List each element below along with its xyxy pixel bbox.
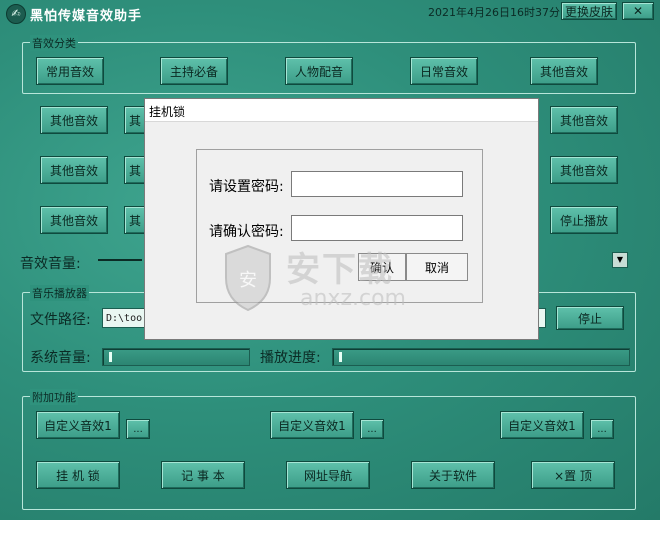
host-essentials-button[interactable]: 主持必备 — [160, 57, 228, 85]
file-path-label: 文件路径: — [30, 312, 91, 328]
idle-lock-dialog: 挂机锁 请设置密码: 请确认密码: 确认 取消 — [144, 98, 539, 340]
sound-volume-slider[interactable] — [94, 252, 142, 268]
playback-progress-knob[interactable] — [339, 352, 342, 362]
app-title: 黑怕传媒音效助手 — [30, 9, 143, 24]
system-volume-label: 系统音量: — [30, 350, 91, 366]
dialog-confirm-button[interactable]: 确认 — [358, 253, 406, 281]
stop-playback-button[interactable]: 停止播放 — [550, 206, 618, 234]
confirm-password-input[interactable] — [291, 215, 463, 241]
common-sound-button[interactable]: 常用音效 — [36, 57, 104, 85]
dialog-title: 挂机锁 — [149, 105, 186, 119]
confirm-password-label: 请确认密码: — [209, 224, 284, 240]
system-volume-slider[interactable] — [102, 348, 250, 366]
daily-sound-button[interactable]: 日常音效 — [410, 57, 478, 85]
datetime-display: 2021年4月26日16时37分 — [428, 6, 560, 19]
volume-dropdown-arrow-icon[interactable]: ▼ — [612, 252, 628, 268]
other-sound-button[interactable]: 其他音效 — [530, 57, 598, 85]
custom-sound-2-browse-button[interactable]: ... — [360, 419, 384, 439]
file-path-input[interactable]: D:\too — [102, 308, 146, 328]
about-software-button[interactable]: 关于软件 — [411, 461, 495, 489]
url-navigation-button[interactable]: 网址导航 — [286, 461, 370, 489]
sound-volume-label: 音效音量: — [20, 256, 81, 272]
other-sound-button-col2-1[interactable]: 其 — [124, 106, 146, 134]
character-voice-button[interactable]: 人物配音 — [285, 57, 353, 85]
custom-sound-1-browse-button[interactable]: ... — [126, 419, 150, 439]
other-sound-button-col2-3[interactable]: 其 — [124, 206, 146, 234]
music-stop-button[interactable]: 停止 — [556, 306, 624, 330]
title-bar: ✍ 黑怕传媒音效助手 2021年4月26日16时37分 更换皮肤 ✕ — [0, 0, 660, 26]
other-sound-button-left-1[interactable]: 其他音效 — [40, 106, 108, 134]
music-player-label: 音乐播放器 — [30, 285, 89, 301]
other-sound-button-left-2[interactable]: 其他音效 — [40, 156, 108, 184]
other-sound-button-right-2[interactable]: 其他音效 — [550, 156, 618, 184]
other-sound-button-col2-2[interactable]: 其 — [124, 156, 146, 184]
extras-label: 附加功能 — [30, 389, 78, 405]
sound-category-label: 音效分类 — [30, 35, 78, 51]
other-sound-button-left-3[interactable]: 其他音效 — [40, 206, 108, 234]
set-password-label: 请设置密码: — [209, 179, 284, 195]
idle-lock-button[interactable]: 挂 机 锁 — [36, 461, 120, 489]
dialog-cancel-button[interactable]: 取消 — [406, 253, 468, 281]
notepad-button[interactable]: 记 事 本 — [161, 461, 245, 489]
close-button[interactable]: ✕ — [622, 2, 654, 20]
change-skin-button[interactable]: 更换皮肤 — [561, 2, 617, 20]
custom-sound-3-browse-button[interactable]: ... — [590, 419, 614, 439]
custom-sound-2-button[interactable]: 自定义音效1 — [270, 411, 354, 439]
app-logo-icon: ✍ — [6, 4, 26, 24]
other-sound-button-right-1[interactable]: 其他音效 — [550, 106, 618, 134]
set-password-input[interactable] — [291, 171, 463, 197]
dialog-title-bar: 挂机锁 — [145, 99, 538, 122]
file-path-input-end[interactable] — [538, 308, 546, 328]
custom-sound-1-button[interactable]: 自定义音效1 — [36, 411, 120, 439]
custom-sound-3-button[interactable]: 自定义音效1 — [500, 411, 584, 439]
system-volume-knob[interactable] — [109, 352, 112, 362]
always-on-top-button[interactable]: ×置 顶 — [531, 461, 615, 489]
app-window: ✍ 黑怕传媒音效助手 2021年4月26日16时37分 更换皮肤 ✕ 音效分类 … — [0, 0, 660, 520]
playback-progress-slider[interactable] — [332, 348, 630, 366]
progress-label: 播放进度: — [260, 350, 321, 366]
